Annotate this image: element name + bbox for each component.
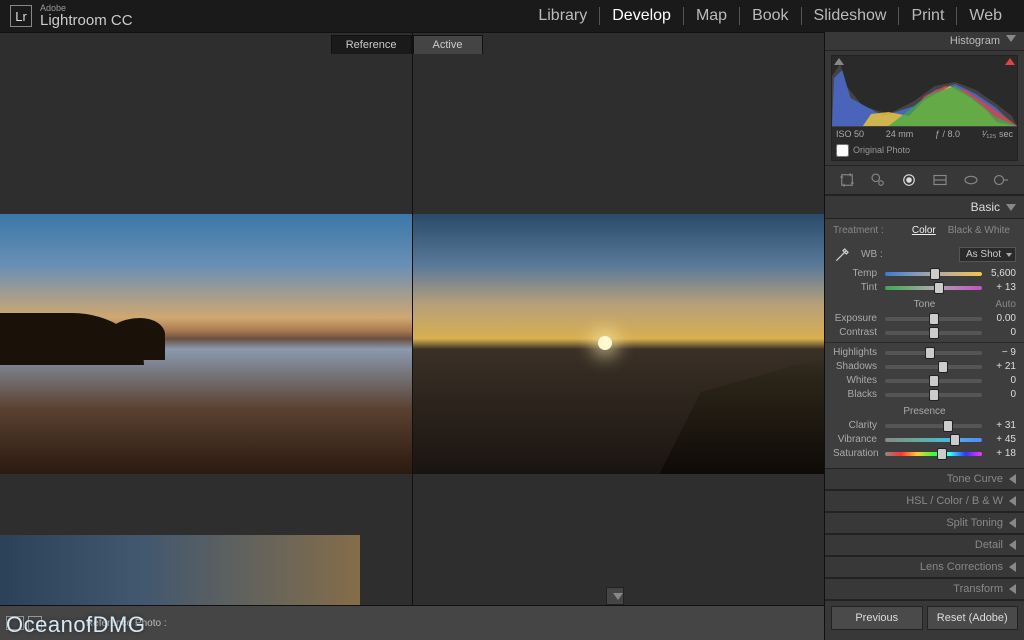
shadows-slider[interactable]: Shadows+ 21: [833, 361, 1016, 372]
slider-knob[interactable]: [925, 347, 935, 359]
tone-curve-header[interactable]: Tone Curve: [825, 468, 1024, 490]
treatment-row: Treatment : Color Black & White: [833, 223, 1016, 238]
meta-shutter: ¹⁄₁₂₅ sec: [982, 129, 1013, 139]
detail-header[interactable]: Detail: [825, 534, 1024, 556]
wb-label: WB :: [861, 249, 883, 260]
basic-title: Basic: [971, 200, 1000, 214]
module-switcher: Library Develop Map Book Slideshow Print…: [526, 7, 1014, 25]
redeye-tool-icon[interactable]: [897, 170, 921, 190]
histogram-meta: ISO 50 24 mm ƒ / 8.0 ¹⁄₁₂₅ sec: [832, 126, 1017, 141]
tint-slider[interactable]: Tint+ 13: [833, 282, 1016, 293]
chevron-left-icon: [1009, 496, 1016, 506]
product-label: Adobe Lightroom CC: [40, 4, 133, 28]
original-photo-label: Original Photo: [853, 145, 910, 155]
reference-image[interactable]: [0, 214, 412, 474]
previous-button[interactable]: Previous: [831, 606, 923, 630]
contrast-slider[interactable]: Contrast0: [833, 327, 1016, 338]
slider-knob[interactable]: [930, 268, 940, 280]
spot-tool-icon[interactable]: [866, 170, 890, 190]
white-balance-row: WB : As Shot: [833, 244, 1016, 264]
filmstrip-preview-overlay: [0, 535, 360, 605]
module-develop[interactable]: Develop: [600, 7, 684, 25]
histogram-chart[interactable]: [832, 56, 1017, 126]
slider-knob[interactable]: [934, 282, 944, 294]
reset-button[interactable]: Reset (Adobe): [927, 606, 1019, 630]
meta-iso: ISO 50: [836, 129, 864, 139]
exposure-slider[interactable]: Exposure0.00: [833, 313, 1016, 324]
shadow-clip-icon[interactable]: [834, 58, 844, 65]
chevron-left-icon: [1009, 540, 1016, 550]
active-image[interactable]: [413, 214, 825, 474]
temp-slider[interactable]: Temp5,600: [833, 268, 1016, 279]
tool-strip: [825, 165, 1024, 195]
watermark-text: OceanofDMG: [6, 612, 146, 638]
module-slideshow[interactable]: Slideshow: [802, 7, 900, 25]
split-toning-header[interactable]: Split Toning: [825, 512, 1024, 534]
hsl-header[interactable]: HSL / Color / B & W: [825, 490, 1024, 512]
develop-right-panel: Histogram ISO 50 24 mm ƒ / 8.0 ¹⁄₁₂₅ se: [824, 32, 1024, 640]
module-web[interactable]: Web: [957, 7, 1014, 25]
chevron-left-icon: [1009, 584, 1016, 594]
brand-name: Lightroom CC: [40, 13, 133, 28]
title-bar: Lr Adobe Lightroom CC Library Develop Ma…: [0, 0, 1024, 32]
wb-preset-select[interactable]: As Shot: [959, 247, 1016, 262]
highlight-clip-icon[interactable]: [1005, 58, 1015, 65]
slider-knob[interactable]: [937, 448, 947, 460]
module-print[interactable]: Print: [899, 7, 957, 25]
vibrance-slider[interactable]: Vibrance+ 45: [833, 434, 1016, 445]
eyedropper-icon[interactable]: [833, 244, 853, 264]
slider-knob[interactable]: [929, 327, 939, 339]
chevron-down-icon: [1006, 204, 1016, 211]
module-book[interactable]: Book: [740, 7, 801, 25]
slider-knob[interactable]: [943, 420, 953, 432]
active-tab[interactable]: Active: [413, 35, 483, 54]
slider-knob[interactable]: [929, 375, 939, 387]
highlights-slider[interactable]: Highlights− 9: [833, 347, 1016, 358]
active-pane: Active: [412, 33, 825, 640]
histogram-panel: ISO 50 24 mm ƒ / 8.0 ¹⁄₁₂₅ sec Original …: [831, 55, 1018, 161]
meta-aperture: ƒ / 8.0: [935, 129, 960, 139]
transform-header[interactable]: Transform: [825, 578, 1024, 600]
basic-panel-body: Treatment : Color Black & White WB : As …: [825, 219, 1024, 468]
module-map[interactable]: Map: [684, 7, 740, 25]
workspace: Reference Active Reference Photo : Ocean…: [0, 32, 1024, 640]
original-photo-checkbox[interactable]: [836, 144, 849, 157]
slider-knob[interactable]: [950, 434, 960, 446]
app-logo: Lr: [10, 5, 32, 27]
chevron-down-icon: [1006, 35, 1016, 42]
radial-tool-icon[interactable]: [959, 170, 983, 190]
bottom-buttons: Previous Reset (Adobe): [825, 600, 1024, 635]
slider-knob[interactable]: [929, 389, 939, 401]
slider-knob[interactable]: [929, 313, 939, 325]
lens-corrections-header[interactable]: Lens Corrections: [825, 556, 1024, 578]
treatment-color[interactable]: Color: [906, 223, 942, 238]
auto-tone-button[interactable]: Auto: [995, 299, 1016, 310]
chevron-left-icon: [1009, 562, 1016, 572]
image-compare-area: Reference Active Reference Photo : Ocean…: [0, 32, 824, 640]
histogram-header[interactable]: Histogram: [825, 32, 1024, 51]
whites-slider[interactable]: Whites0: [833, 375, 1016, 386]
clarity-slider[interactable]: Clarity+ 31: [833, 420, 1016, 431]
histogram-label: Histogram: [950, 35, 1000, 47]
original-photo-toggle[interactable]: Original Photo: [832, 141, 1017, 160]
chevron-left-icon: [1009, 474, 1016, 484]
tone-group-header: ToneAuto: [833, 299, 1016, 310]
footer-dropdown[interactable]: [606, 587, 624, 605]
gradient-tool-icon[interactable]: [928, 170, 952, 190]
presence-group-header: Presence: [833, 406, 1016, 417]
chevron-left-icon: [1009, 518, 1016, 528]
blacks-slider[interactable]: Blacks0: [833, 389, 1016, 400]
brush-tool-icon[interactable]: [990, 170, 1014, 190]
reference-tab[interactable]: Reference: [331, 35, 412, 54]
slider-knob[interactable]: [938, 361, 948, 373]
treatment-label: Treatment :: [833, 225, 884, 236]
crop-tool-icon[interactable]: [835, 170, 859, 190]
treatment-bw[interactable]: Black & White: [942, 223, 1016, 238]
meta-focal: 24 mm: [886, 129, 914, 139]
module-library[interactable]: Library: [526, 7, 600, 25]
saturation-slider[interactable]: Saturation+ 18: [833, 448, 1016, 459]
basic-panel-header[interactable]: Basic: [825, 195, 1024, 219]
